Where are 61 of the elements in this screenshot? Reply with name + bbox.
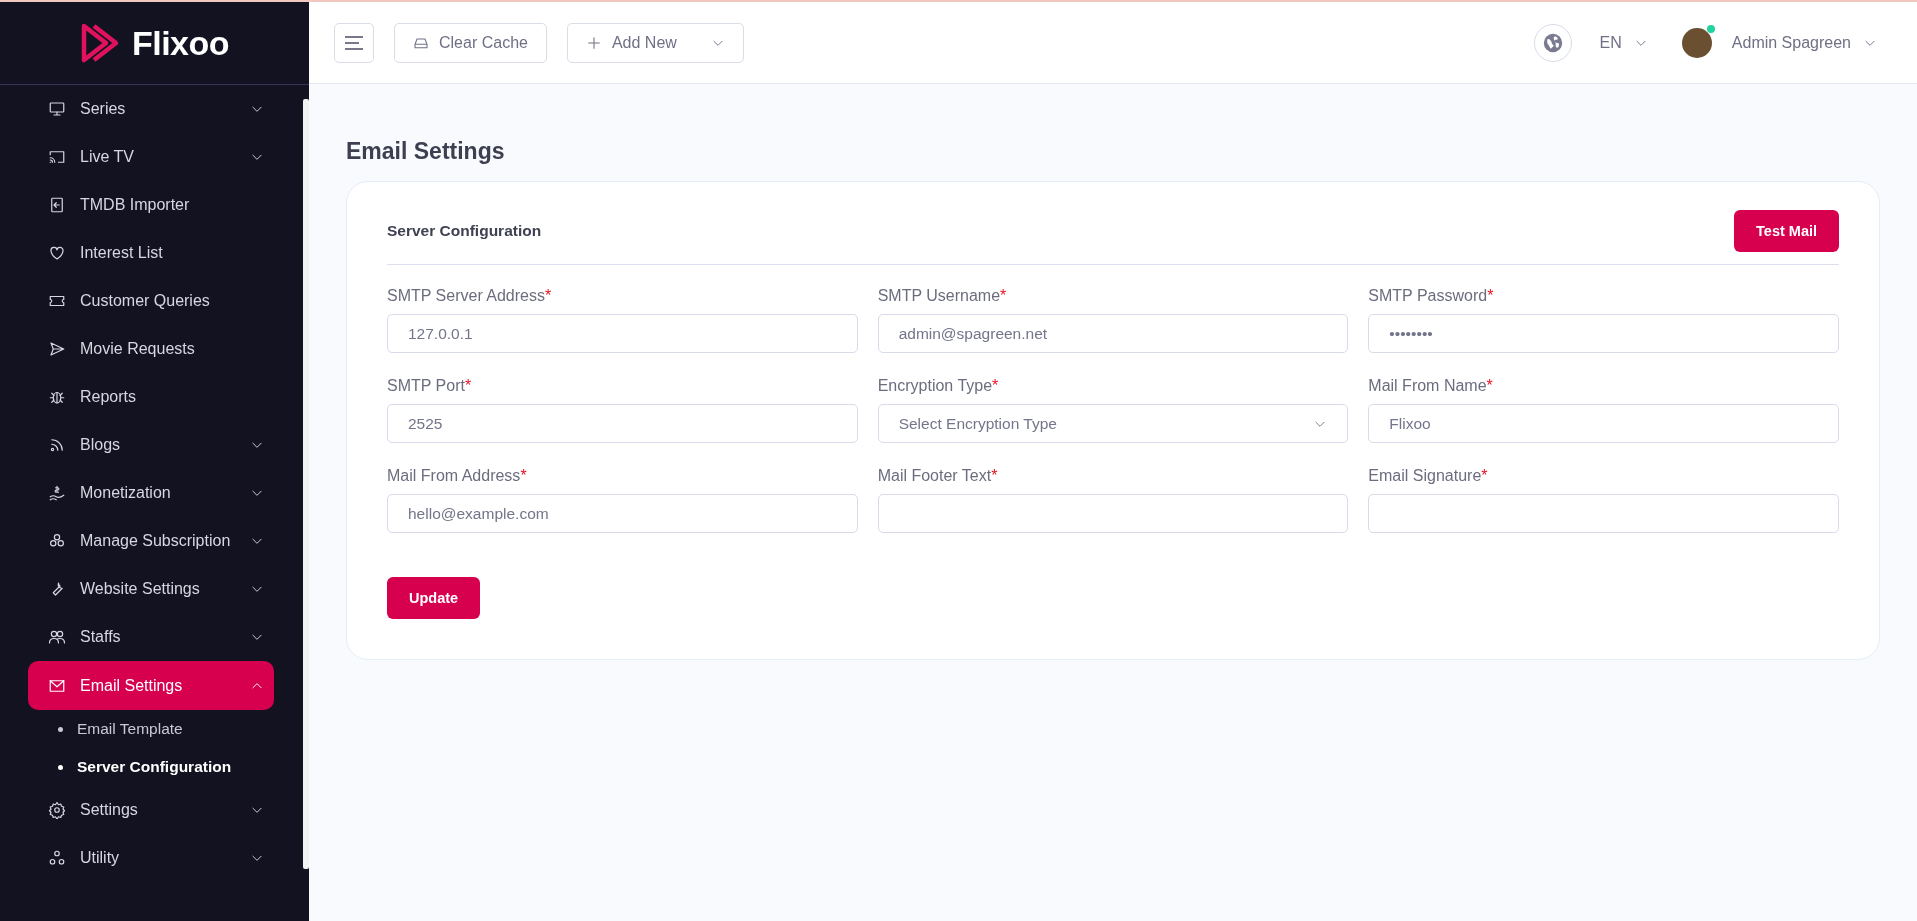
sidebar-item[interactable]: Movie Requests — [28, 325, 274, 373]
arrow-into-box-icon — [48, 196, 66, 214]
toolbar-button[interactable]: Clear Cache — [394, 22, 547, 63]
field-label: Mail From Name* — [1368, 377, 1494, 395]
test-mail-button[interactable]: Test Mail — [1734, 210, 1839, 252]
avatar[interactable] — [1681, 27, 1712, 58]
sidebar-item[interactable]: Live TV — [28, 133, 274, 181]
app-logo-text: Flixoo — [131, 23, 230, 63]
language-selector[interactable]: EN — [1599, 33, 1648, 52]
field-label: SMTP Username* — [877, 287, 1008, 305]
people-icon — [48, 628, 66, 646]
sidebar-item[interactable]: Staffs — [28, 613, 274, 661]
page-title: Email Settings — [346, 138, 506, 165]
sidebar-item[interactable]: Email Settings — [28, 661, 274, 710]
rss-icon — [48, 436, 66, 454]
paper-plane-icon — [48, 340, 66, 358]
sidebar-item[interactable]: Manage Subscription — [28, 517, 274, 565]
field-label: SMTP Password* — [1368, 287, 1495, 305]
sidebar-item[interactable]: Blogs — [28, 421, 274, 469]
card-title: Server Configuration — [387, 222, 542, 240]
user-menu[interactable]: Admin Spagreen — [1731, 33, 1877, 52]
sidebar-subitem[interactable]: Email Template — [58, 710, 299, 748]
globe-icon — [1541, 31, 1564, 54]
sidebar-item[interactable]: TMDB Importer — [28, 181, 274, 229]
input-field[interactable]: •••••••• — [1368, 314, 1839, 353]
input-field[interactable]: 2525 — [387, 404, 858, 443]
scrollbar[interactable] — [303, 99, 309, 869]
input-field[interactable]: 127.0.0.1 — [387, 314, 858, 353]
menu-icon — [344, 34, 364, 51]
update-button[interactable]: Update — [387, 577, 481, 619]
field-label: Mail From Address* — [387, 467, 528, 485]
plus-icon — [585, 34, 602, 51]
sidebar-item[interactable]: Website Settings — [28, 565, 274, 613]
field-label: Email Signature* — [1368, 467, 1489, 485]
hand-coin-icon — [48, 484, 66, 502]
input-field[interactable]: admin@spagreen.net — [877, 314, 1349, 353]
field-label: SMTP Port* — [387, 377, 473, 395]
select-field[interactable]: Select Encryption Type — [877, 404, 1349, 443]
field-label: Encryption Type* — [877, 377, 1000, 395]
input-field[interactable] — [1368, 494, 1839, 533]
circles-icon — [48, 849, 66, 867]
sidebar-item[interactable]: Reports — [28, 373, 274, 421]
cast-icon — [48, 148, 66, 166]
sidebar-item[interactable]: Monetization — [28, 469, 274, 517]
input-field[interactable] — [877, 494, 1349, 533]
input-field[interactable]: Flixoo — [1368, 404, 1839, 443]
sidebar-subitem[interactable]: Server Configuration — [58, 748, 299, 786]
menu-button[interactable] — [334, 22, 374, 63]
field-label: SMTP Server Address* — [387, 287, 553, 305]
sidebar-item[interactable]: Interest List — [28, 229, 274, 277]
sidebar-item[interactable]: Customer Queries — [28, 277, 274, 325]
heart-icon — [48, 244, 66, 262]
toolbar-button[interactable]: Add New — [566, 22, 744, 63]
input-field[interactable]: hello@example.com — [387, 494, 858, 533]
gear-icon — [48, 801, 66, 819]
play-logo-icon — [79, 21, 120, 65]
sidebar-item[interactable]: Series — [28, 85, 274, 133]
monitor-icon — [48, 100, 66, 118]
sidebar-item[interactable]: Utility — [28, 834, 274, 882]
sidebar-item[interactable]: Settings — [28, 786, 274, 834]
field-label: Mail Footer Text* — [877, 467, 999, 485]
